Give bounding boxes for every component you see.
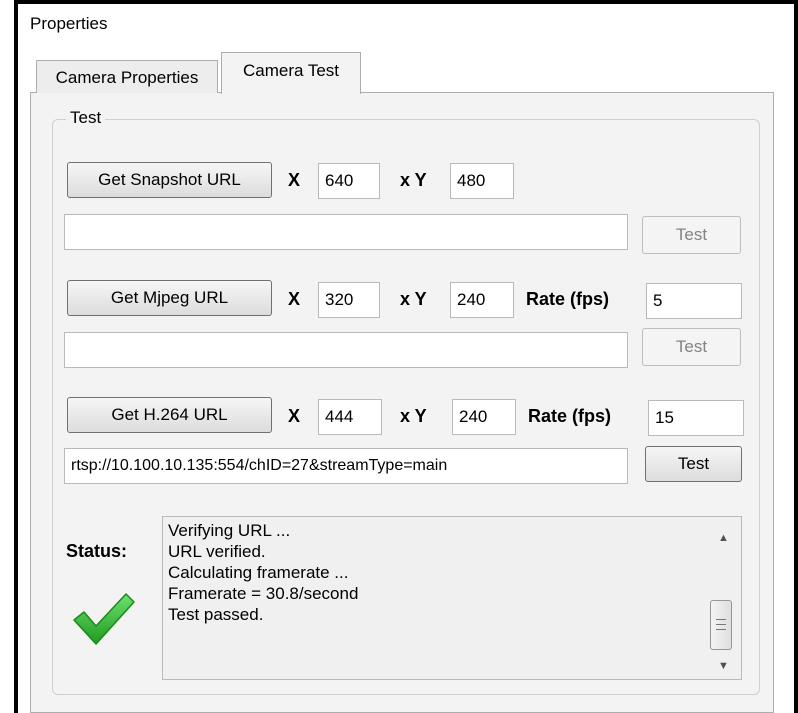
- window-border-left: [14, 0, 18, 713]
- scroll-up-icon[interactable]: ▲: [706, 532, 741, 544]
- checkmark-icon: [73, 593, 135, 645]
- h264-x-label: X: [288, 406, 301, 426]
- status-log-text: Verifying URL ... URL verified. Calculat…: [168, 520, 358, 625]
- mjpeg-rate-label: Rate (fps): [526, 289, 610, 309]
- h264-test-button[interactable]: Test: [645, 446, 742, 482]
- mjpeg-test-button[interactable]: Test: [642, 328, 741, 366]
- h264-y-input[interactable]: 240: [452, 399, 516, 435]
- get-h264-url-button[interactable]: Get H.264 URL: [67, 397, 272, 433]
- mjpeg-url-input[interactable]: [64, 332, 628, 368]
- snapshot-x-input[interactable]: 640: [318, 163, 380, 199]
- grip-line: [716, 624, 726, 625]
- h264-rate-label: Rate (fps): [528, 406, 612, 426]
- status-line: Framerate = 30.8/second: [168, 584, 359, 603]
- status-label: Status:: [66, 541, 128, 561]
- scrollbar-thumb[interactable]: [710, 600, 732, 650]
- mjpeg-y-input[interactable]: 240: [450, 282, 514, 318]
- window-border-right: [794, 0, 798, 713]
- h264-rate-input[interactable]: 15: [648, 400, 744, 436]
- h264-url-input[interactable]: rtsp://10.100.10.135:554/chID=27&streamT…: [64, 448, 628, 484]
- snapshot-y-input[interactable]: 480: [450, 163, 514, 199]
- snapshot-x-label: X: [288, 170, 301, 190]
- window-border-top: [14, 0, 798, 4]
- status-line: URL verified.: [168, 542, 266, 561]
- grip-line: [716, 629, 726, 630]
- snapshot-url-input[interactable]: [64, 214, 628, 250]
- tab-camera-test[interactable]: Camera Test: [221, 52, 361, 94]
- get-mjpeg-url-button[interactable]: Get Mjpeg URL: [67, 280, 272, 316]
- test-group-label: Test: [66, 108, 106, 128]
- scroll-down-icon[interactable]: ▼: [706, 660, 741, 672]
- mjpeg-y-label: x Y: [400, 289, 427, 309]
- snapshot-test-button[interactable]: Test: [642, 216, 741, 254]
- get-snapshot-url-button[interactable]: Get Snapshot URL: [67, 162, 272, 198]
- mjpeg-x-input[interactable]: 320: [318, 282, 380, 318]
- snapshot-y-label: x Y: [400, 170, 427, 190]
- mjpeg-rate-input[interactable]: 5: [646, 283, 742, 319]
- tab-camera-properties[interactable]: Camera Properties: [36, 60, 218, 93]
- window-title: Properties: [30, 14, 108, 33]
- grip-line: [716, 619, 726, 620]
- status-line: Calculating framerate ...: [168, 563, 349, 582]
- status-line: Verifying URL ...: [168, 521, 291, 540]
- status-line: Test passed.: [168, 605, 264, 624]
- h264-x-input[interactable]: 444: [318, 399, 382, 435]
- h264-y-label: x Y: [400, 406, 427, 426]
- mjpeg-x-label: X: [288, 289, 301, 309]
